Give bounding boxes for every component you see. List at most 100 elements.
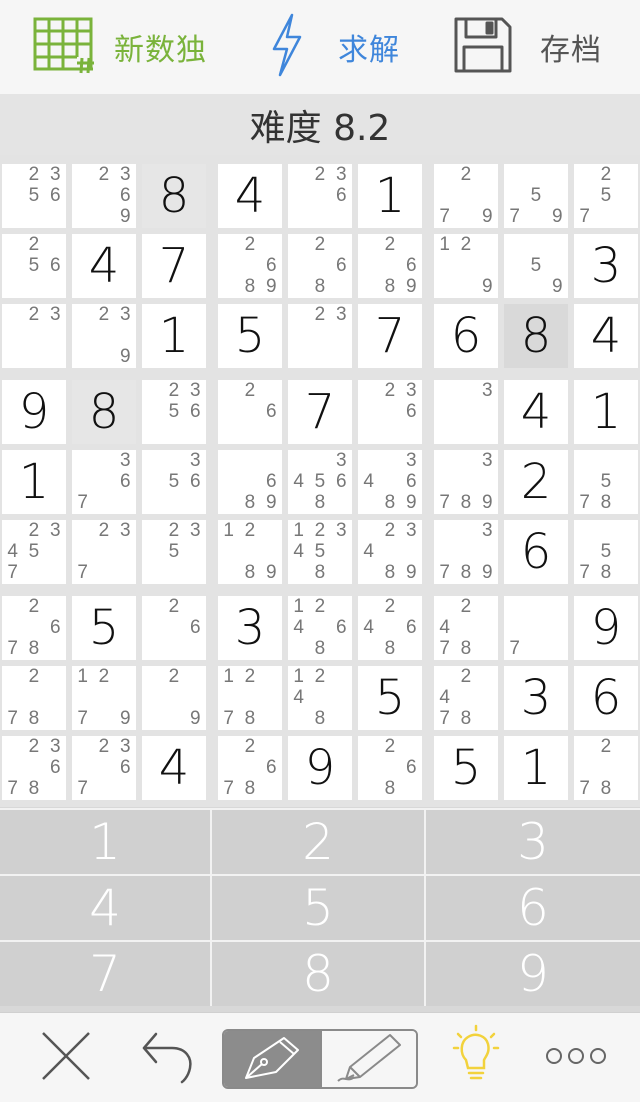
more-button[interactable] [536,1013,616,1102]
sudoku-cell[interactable]: 7 [142,234,206,298]
sudoku-cell[interactable]: 124 68 [288,596,352,660]
sudoku-cell[interactable]: 23 [288,304,352,368]
sudoku-cell[interactable]: 2478 [434,666,498,730]
sudoku-cell[interactable]: 59 [504,234,568,298]
sudoku-cell[interactable]: 3 [218,596,282,660]
sudoku-cell[interactable]: 26 [142,596,206,660]
hint-button[interactable] [440,1013,512,1102]
sudoku-cell[interactable]: 236 [288,164,352,228]
keypad-key-7[interactable]: 7 [0,942,210,1006]
sudoku-cell[interactable]: 5 [434,736,498,800]
sudoku-cell[interactable]: 268 [288,234,352,298]
sudoku-cell[interactable]: 24 68 [358,596,422,660]
sudoku-cell[interactable]: 278 [574,736,638,800]
sudoku-cell[interactable]: 1248 [288,666,352,730]
sudoku-cell[interactable]: 23 9 [72,304,136,368]
sudoku-cell[interactable]: 2689 [218,234,282,298]
sudoku-cell[interactable]: 1 [2,450,66,514]
sudoku-cell[interactable]: 57 9 [504,164,568,228]
sudoku-cell[interactable]: 26 78 [2,596,66,660]
sudoku-cell[interactable]: 129 [434,234,498,298]
sudoku-cell[interactable]: 26 78 [218,736,282,800]
sudoku-cell[interactable]: 6 [504,520,568,584]
sudoku-cell[interactable]: 268 [358,736,422,800]
sudoku-cell[interactable]: 3 789 [434,450,498,514]
sudoku-cell[interactable]: 127 9 [72,666,136,730]
sudoku-cell[interactable]: 356 [142,450,206,514]
sudoku-cell[interactable]: 5 [72,596,136,660]
sudoku-cell[interactable]: 26 [218,380,282,444]
sudoku-cell[interactable]: 4 [574,304,638,368]
solve-button[interactable]: 求解 [270,0,400,94]
sudoku-cell[interactable]: 2356 [142,380,206,444]
sudoku-cell[interactable]: 257 [574,164,638,228]
keypad-key-6[interactable]: 6 [426,876,640,940]
sudoku-cell[interactable]: 3 4568 [288,450,352,514]
new-sudoku-button[interactable]: 新数独 [32,0,207,94]
sudoku-cell[interactable]: 5 [218,304,282,368]
sudoku-cell[interactable]: 23 [2,304,66,368]
sudoku-cell[interactable]: 1 [358,164,422,228]
sudoku-cell[interactable]: 8 [72,380,136,444]
sudoku-cell[interactable]: 9 [2,380,66,444]
sudoku-cell[interactable]: 689 [218,450,282,514]
sudoku-cell[interactable]: 2689 [358,234,422,298]
keypad-key-3[interactable]: 3 [426,810,640,874]
keypad-key-8[interactable]: 8 [212,942,424,1006]
sudoku-cell[interactable]: 36 7 [72,450,136,514]
clear-button[interactable] [30,1013,102,1102]
sudoku-cell[interactable]: 23 489 [358,520,422,584]
pencil-mode-button[interactable] [320,1031,416,1087]
sudoku-cell[interactable]: 7 [504,596,568,660]
sudoku-cell[interactable]: 1 [574,380,638,444]
sudoku-cell[interactable]: 4 [142,736,206,800]
sudoku-cell[interactable]: 8 [142,164,206,228]
sudoku-cell[interactable]: 12 89 [218,520,282,584]
sudoku-cell[interactable]: 578 [574,520,638,584]
sudoku-cell[interactable]: 4 [218,164,282,228]
sudoku-cell[interactable]: 235 [142,520,206,584]
keypad-key-4[interactable]: 4 [0,876,210,940]
sudoku-cell[interactable]: 5 [358,666,422,730]
sudoku-cell[interactable]: 4 [72,234,136,298]
sudoku-cell[interactable]: 3 [504,666,568,730]
sudoku-cell[interactable]: 236 7 [72,736,136,800]
sudoku-cell[interactable]: 27 9 [434,164,498,228]
keypad-key-9[interactable]: 9 [426,942,640,1006]
sudoku-cell[interactable]: 3 [434,380,498,444]
sudoku-cell[interactable]: 7 [358,304,422,368]
candidate-note: 2 [314,233,326,255]
sudoku-cell[interactable]: 3 [574,234,638,298]
keypad-key-2[interactable]: 2 [212,810,424,874]
sudoku-cell[interactable]: 23 457 [2,520,66,584]
sudoku-cell[interactable]: 6 [574,666,638,730]
sudoku-cell[interactable]: 3 789 [434,520,498,584]
sudoku-cell[interactable]: 3 4 689 [358,450,422,514]
sudoku-cell[interactable]: 236 [358,380,422,444]
sudoku-cell[interactable]: 1 [504,736,568,800]
sudoku-cell[interactable]: 578 [574,450,638,514]
sudoku-cell[interactable]: 2 [504,450,568,514]
keypad-key-1[interactable]: 1 [0,810,210,874]
sudoku-cell[interactable]: 256 [2,234,66,298]
pen-mode-button[interactable] [224,1031,320,1087]
sudoku-cell[interactable]: 23 7 [72,520,136,584]
sudoku-cell[interactable]: 278 [2,666,66,730]
sudoku-cell[interactable]: 1 [142,304,206,368]
sudoku-cell[interactable]: 9 [574,596,638,660]
save-button[interactable]: 存档 [452,0,602,94]
sudoku-cell[interactable]: 4 [504,380,568,444]
sudoku-cell[interactable]: 1278 [218,666,282,730]
sudoku-cell[interactable]: 9 [288,736,352,800]
sudoku-cell[interactable]: 2356 [2,164,66,228]
undo-button[interactable] [130,1013,202,1102]
sudoku-cell[interactable]: 236 78 [2,736,66,800]
sudoku-cell[interactable]: 2369 [72,164,136,228]
sudoku-cell[interactable]: 123 458 [288,520,352,584]
sudoku-cell[interactable]: 7 [288,380,352,444]
sudoku-cell[interactable]: 2478 [434,596,498,660]
sudoku-cell[interactable]: 6 [434,304,498,368]
sudoku-cell[interactable]: 8 [504,304,568,368]
sudoku-cell[interactable]: 29 [142,666,206,730]
keypad-key-5[interactable]: 5 [212,876,424,940]
